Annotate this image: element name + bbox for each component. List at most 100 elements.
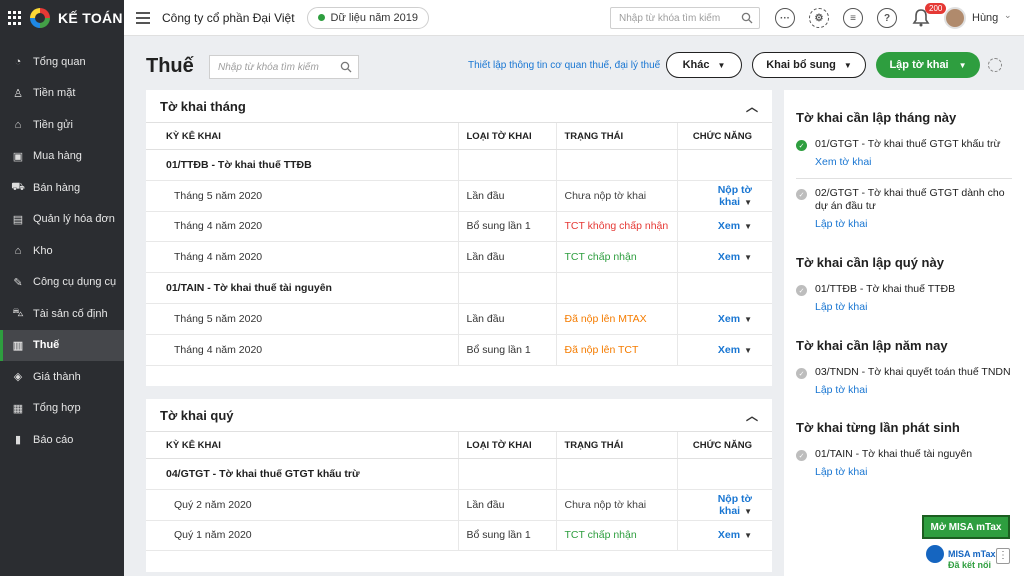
caret-down-icon[interactable]: ▼: [744, 222, 752, 231]
row-action-button[interactable]: Xem ▼: [718, 344, 752, 356]
sidebar-item[interactable]: ▤ Quản lý hóa đơn: [0, 204, 124, 236]
tax-setup-link[interactable]: Thiết lập thông tin cơ quan thuế, đại lý…: [468, 60, 660, 71]
sidebar-item[interactable]: ▣ Mua hàng: [0, 141, 124, 173]
table-row[interactable]: Tháng 5 năm 2020 Lần đầu Chưa nộp tờ khai N…: [146, 180, 772, 212]
type-cell: Lần đầu: [457, 303, 556, 335]
caret-down-icon[interactable]: ▼: [744, 315, 752, 324]
sidebar-item[interactable]: ⌂ Tiền gửi: [0, 109, 124, 141]
caret-down-icon[interactable]: ▼: [744, 346, 752, 355]
menu-toggle-icon[interactable]: [136, 11, 150, 24]
todo-panel: Tờ khai cần lập tháng này ✓ 01/GTGT - Tờ…: [784, 90, 1024, 576]
action-cell: Xem ▼: [676, 303, 772, 335]
empty-cell: [457, 458, 556, 490]
sidebar-item[interactable]: ⛟ Bán hàng: [0, 172, 124, 204]
todo-item: ✓ 03/TNDN - Tờ khai quyết toán thuế TNDN…: [796, 366, 1016, 396]
caret-down-icon[interactable]: ▼: [744, 198, 752, 207]
sidebar-item[interactable]: ⛍ Tài sản cố định: [0, 298, 124, 330]
table-row[interactable]: Quý 1 năm 2020 Bổ sung lần 1 TCT chấp nhận…: [146, 520, 772, 552]
table-row[interactable]: Tháng 5 năm 2020 Lần đầu Đã nộp lên MTAX Xe…: [146, 303, 772, 335]
col-status: TRẠNG THÁI: [555, 122, 677, 150]
caret-down-icon[interactable]: ▼: [744, 531, 752, 540]
type-cell: Lần đầu: [457, 241, 556, 274]
col-type: LOẠI TỜ KHAI: [457, 431, 556, 459]
row-action-button[interactable]: Nộp tờ khai ▼: [718, 493, 752, 517]
sidebar-item[interactable]: ▦ Tổng hợp: [0, 393, 124, 425]
sidebar-item[interactable]: ◈ Giá thành: [0, 361, 124, 393]
avatar[interactable]: [944, 7, 966, 29]
row-action-button[interactable]: Xem ▼: [718, 313, 752, 325]
sidebar-item[interactable]: ▮ Báo cáo: [0, 424, 124, 456]
open-mtax-button[interactable]: Mở MISA mTax: [922, 515, 1010, 539]
mtax-more-icon[interactable]: ⋮: [996, 548, 1010, 564]
divider: [796, 178, 1012, 179]
user-name[interactable]: Hùng: [972, 12, 998, 24]
other-button[interactable]: Khác ▼: [666, 52, 742, 78]
chat-icon[interactable]: ≡: [843, 8, 863, 28]
collapse-chevron-up-icon[interactable]: ︿: [746, 98, 758, 115]
caret-down-icon[interactable]: ▼: [744, 507, 752, 516]
company-name[interactable]: Công ty cổ phần Đại Việt: [162, 11, 295, 25]
search-icon[interactable]: [741, 12, 753, 24]
row-action-button[interactable]: Xem ▼: [718, 220, 752, 232]
warehouse-icon: ⌂: [14, 244, 22, 257]
table-row[interactable]: Tháng 4 năm 2020 Bổ sung lần 1 Đã nộp lên …: [146, 334, 772, 366]
row-action-button[interactable]: Xem ▼: [718, 251, 752, 263]
row-action-button[interactable]: Nộp tờ khai ▼: [718, 184, 752, 208]
create-declaration-link[interactable]: Lập tờ khai: [815, 218, 1016, 230]
create-declaration-link[interactable]: Lập tờ khai: [815, 384, 1011, 396]
more-options-icon[interactable]: ···: [775, 8, 795, 28]
create-declaration-button[interactable]: Lập tờ khai ▼: [876, 52, 980, 78]
data-year-selector[interactable]: Dữ liệu năm 2019: [306, 6, 429, 29]
bar-chart-icon: ▮: [14, 434, 22, 447]
todo-item: ✓ 02/GTGT - Tờ khai thuế GTGT dành cho d…: [796, 187, 1016, 230]
help-icon[interactable]: ?: [877, 8, 897, 28]
global-search-input[interactable]: Nhập từ khóa tìm kiếm: [610, 7, 760, 29]
sidebar-item[interactable]: ▥ Thuế: [0, 329, 124, 361]
period-cell: Tháng 5 năm 2020: [146, 303, 458, 335]
todo-item-label: 01/GTGT - Tờ khai thuế GTGT khấu trừ: [815, 138, 1001, 150]
caret-down-icon[interactable]: ▼: [744, 253, 752, 262]
empty-cell: [555, 458, 677, 490]
quarterly-panel-header[interactable]: Tờ khai quý ︿: [146, 399, 772, 431]
shopping-bag-icon: ▣: [12, 150, 24, 163]
misa-logo-icon: [30, 8, 50, 28]
settings-gear-icon[interactable]: ⚙: [809, 8, 829, 28]
supplement-button[interactable]: Khai bổ sung ▼: [752, 52, 866, 78]
notification-badge: 200: [925, 3, 947, 14]
create-declaration-link[interactable]: Lập tờ khai: [815, 466, 972, 478]
action-cell: Nộp tờ khai ▼: [676, 180, 772, 212]
row-action-button[interactable]: Xem ▼: [718, 529, 752, 541]
sidebar-item-label: Mua hàng: [33, 150, 82, 163]
collapse-chevron-up-icon[interactable]: ︿: [746, 407, 758, 424]
sidebar-item[interactable]: ⌂ Kho: [0, 235, 124, 267]
page-settings-gear-icon[interactable]: [988, 58, 1002, 72]
row-action-label: Xem: [717, 343, 741, 356]
sidebar-item-label: Bán hàng: [33, 181, 81, 194]
create-declaration-link[interactable]: Lập tờ khai: [815, 301, 955, 313]
caret-down-icon: ▼: [958, 60, 967, 70]
monthly-table: KỲ KÊ KHAI LOẠI TỜ KHAI TRẠNG THÁI CHỨC …: [146, 122, 772, 366]
type-cell: Bổ sung lần 1: [457, 520, 556, 552]
type-cell: Bổ sung lần 1: [457, 334, 556, 366]
app-grid-icon[interactable]: [8, 11, 22, 25]
sidebar-item[interactable]: ◔ Tổng quan: [0, 46, 124, 78]
view-declaration-link[interactable]: Xem tờ khai: [815, 156, 1000, 168]
topbar: Công ty cổ phần Đại Việt Dữ liệu năm 201…: [124, 0, 1024, 36]
table-row[interactable]: Tháng 4 năm 2020 Bổ sung lần 1 TCT không c…: [146, 211, 772, 243]
sidebar-item-label: Tiền gửi: [33, 118, 73, 131]
sidebar-item[interactable]: ✎ Công cụ dụng cụ: [0, 267, 124, 299]
sidebar-item-label: Công cụ dụng cụ: [33, 276, 117, 289]
user-chevron-down-icon[interactable]: ⌄: [1004, 10, 1012, 21]
sidebar-item-label: Tiền mặt: [33, 87, 76, 100]
top-icons: ··· ⚙ ≡ ? 200: [775, 3, 947, 31]
tools-icon: ✎: [13, 276, 23, 289]
page-search-input[interactable]: Nhập từ khóa tìm kiếm: [209, 55, 359, 79]
monthly-panel-header[interactable]: Tờ khai tháng ︿: [146, 90, 772, 122]
search-icon[interactable]: [340, 61, 352, 73]
table-row[interactable]: Quý 2 năm 2020 Lần đầu Chưa nộp tờ khai Nộp…: [146, 489, 772, 521]
type-cell: Bổ sung lần 1: [457, 211, 556, 243]
todo-item: ✓ 01/TTĐB - Tờ khai thuế TTĐB Lập tờ kha…: [796, 283, 1016, 313]
sidebar-item[interactable]: ♙ Tiền mặt: [0, 78, 124, 110]
notifications-bell-icon[interactable]: 200: [911, 3, 947, 31]
table-row[interactable]: Tháng 4 năm 2020 Lần đầu TCT chấp nhận Xem ▼: [146, 241, 772, 274]
